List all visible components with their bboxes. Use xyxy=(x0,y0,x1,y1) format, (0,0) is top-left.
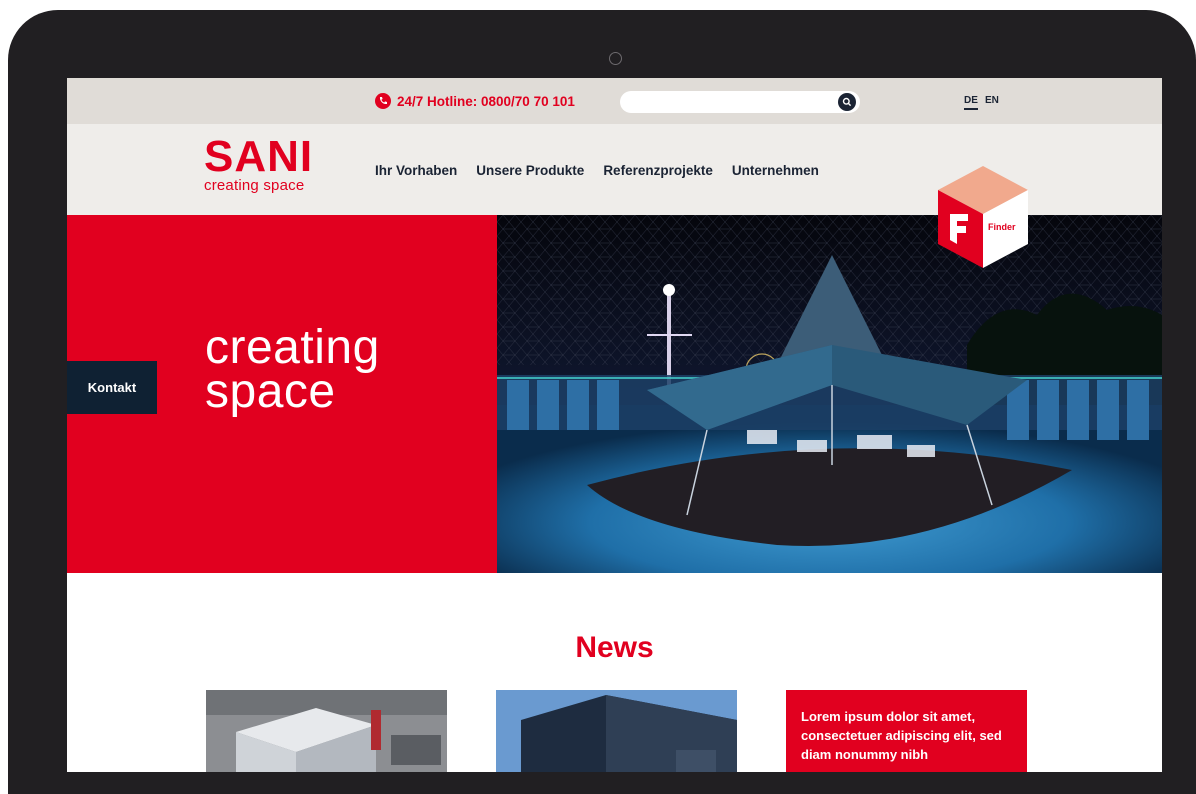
finder-button[interactable]: Finder xyxy=(938,166,1028,268)
hero-section: creating space Kontakt xyxy=(67,215,1162,573)
news-heading: News xyxy=(575,631,654,664)
logo-tagline: creating space xyxy=(204,177,305,194)
nav-item-unternehmen[interactable]: Unternehmen xyxy=(732,163,819,178)
sani-logo[interactable]: SANI creating space xyxy=(204,132,314,195)
news-card-2-image xyxy=(496,690,737,772)
language-en[interactable]: EN xyxy=(985,95,999,106)
hero-title-line-2: space xyxy=(205,365,336,418)
logo-wordmark: SANI xyxy=(204,132,314,181)
camera-icon xyxy=(609,52,622,65)
finder-cube-icon xyxy=(938,166,1028,268)
hotline-text: 24/7 Hotline: 0800/70 70 101 xyxy=(397,93,575,109)
nav-item-ihr-vorhaben[interactable]: Ihr Vorhaben xyxy=(375,163,457,178)
news-card-1-image xyxy=(206,690,447,772)
news-card-2[interactable] xyxy=(496,690,737,772)
hotline-link[interactable]: 24/7 Hotline: 0800/70 70 101 xyxy=(375,93,575,109)
hero-title-line-1: creating xyxy=(205,321,380,374)
nav-item-referenzprojekte[interactable]: Referenzprojekte xyxy=(603,163,713,178)
search-button[interactable] xyxy=(838,93,856,111)
news-card-3[interactable]: Lorem ipsum dolor sit amet, consectetuer… xyxy=(786,690,1027,772)
search-icon xyxy=(842,97,852,107)
kontakt-button[interactable]: Kontakt xyxy=(67,361,157,414)
hero-image xyxy=(497,215,1162,573)
finder-label: Finder xyxy=(988,222,1016,232)
news-card-1[interactable] xyxy=(206,690,447,772)
hero-title: creating space xyxy=(205,321,380,418)
language-de[interactable]: DE xyxy=(964,95,978,110)
news-card-3-text: Lorem ipsum dolor sit amet, consectetuer… xyxy=(801,709,1002,762)
browser-viewport: 24/7 Hotline: 0800/70 70 101 DE EN SANI … xyxy=(67,78,1162,772)
search-input[interactable] xyxy=(620,91,860,113)
phone-icon xyxy=(375,93,391,109)
top-bar: 24/7 Hotline: 0800/70 70 101 DE EN xyxy=(67,78,1162,124)
main-nav: Ihr Vorhaben Unsere Produkte Referenzpro… xyxy=(375,163,819,178)
nav-item-unsere-produkte[interactable]: Unsere Produkte xyxy=(476,163,584,178)
